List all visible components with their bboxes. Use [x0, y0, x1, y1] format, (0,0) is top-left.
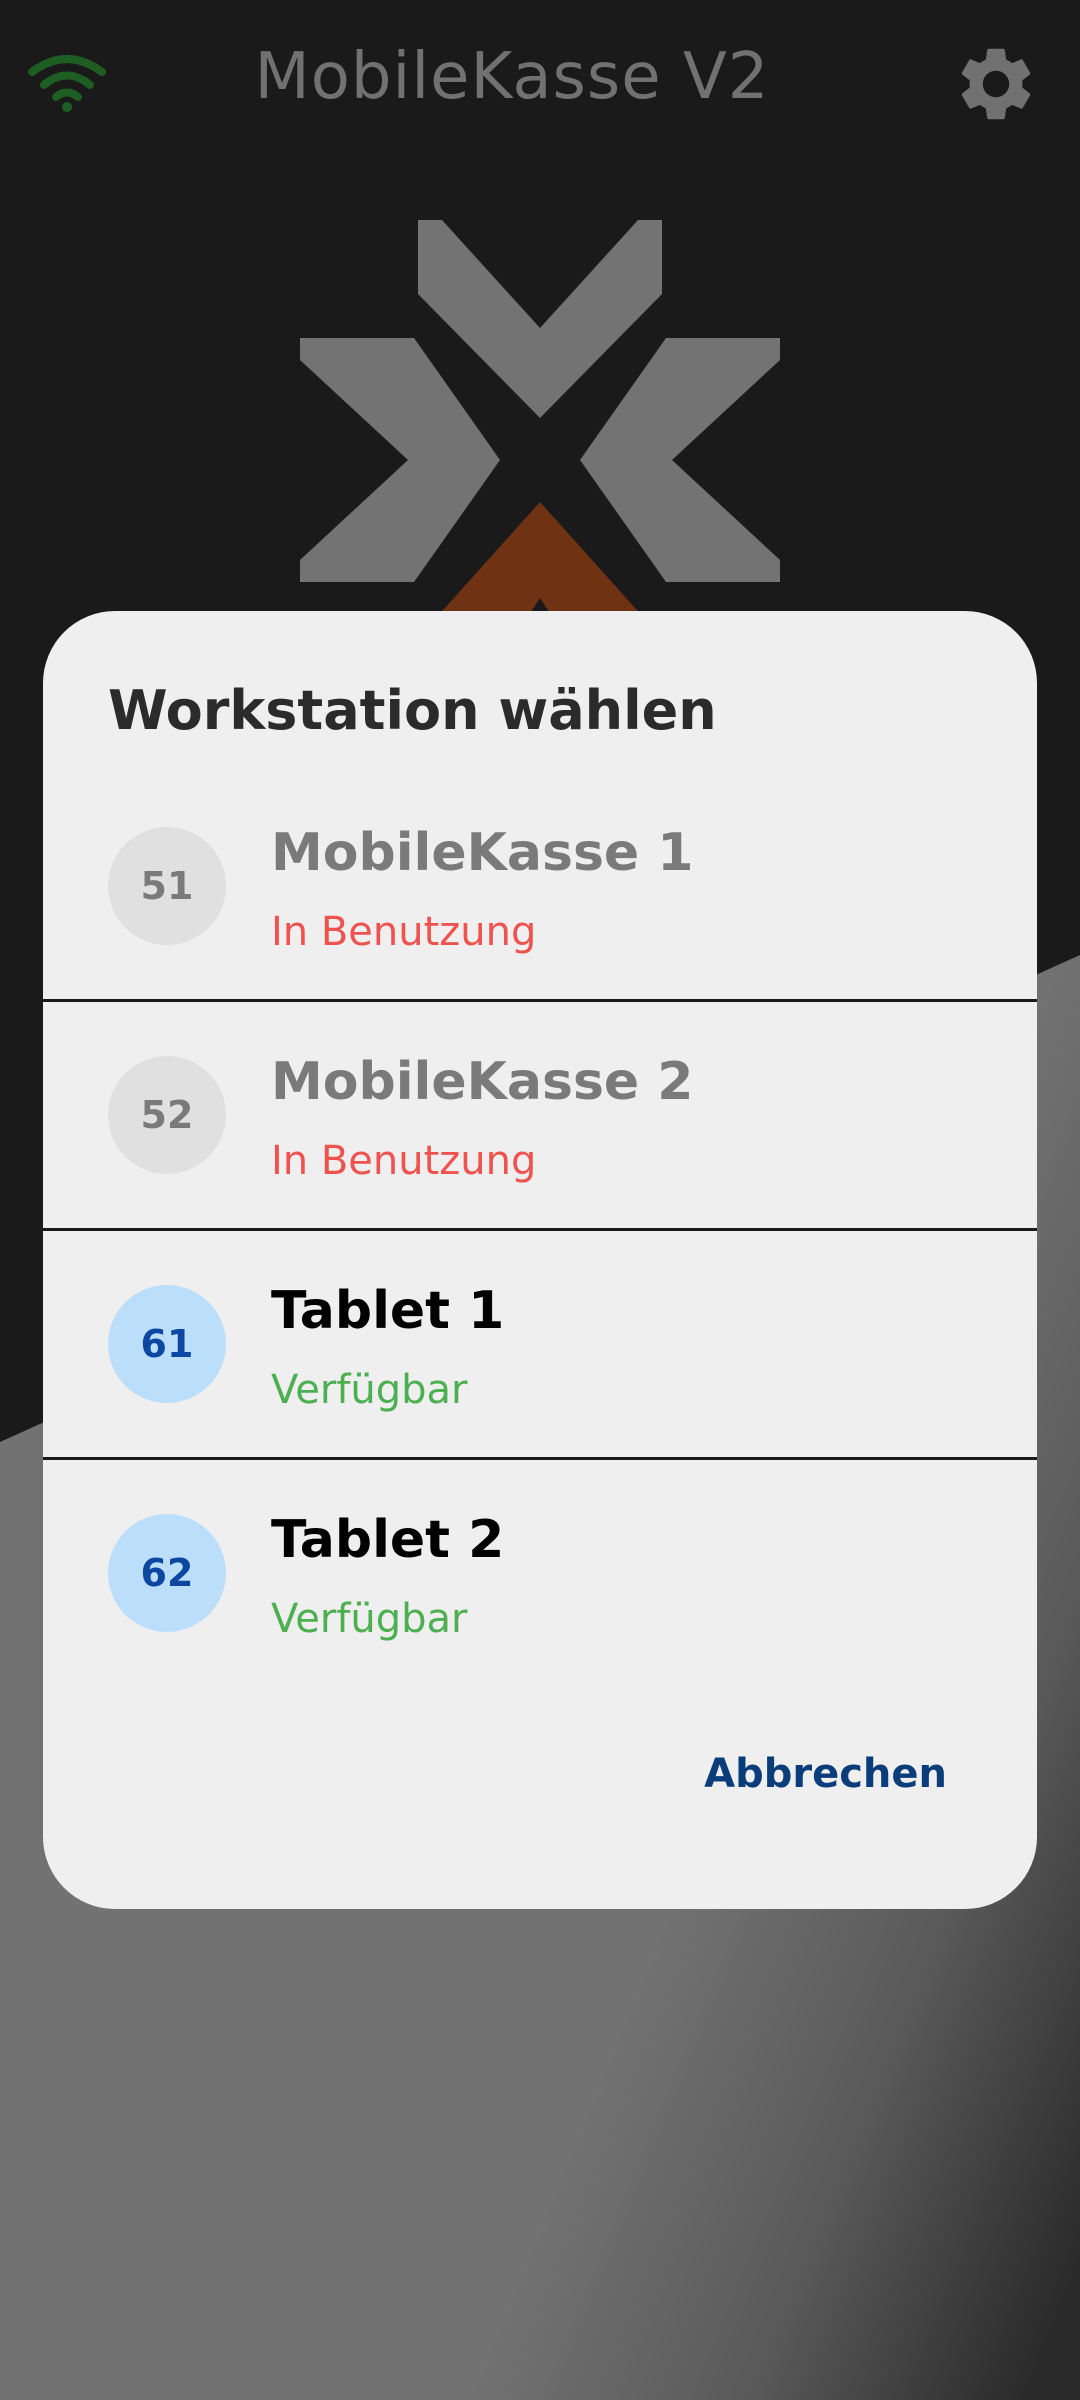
workstation-number-badge: 51: [108, 827, 226, 945]
workstation-number-badge: 61: [108, 1285, 226, 1403]
dialog-title: Workstation wählen: [108, 679, 717, 742]
app-screen: MobileKasse V2 Workstation wählen 51 Mob…: [0, 0, 1080, 2400]
workstation-status: In Benutzung: [271, 1138, 537, 1184]
workstation-name: MobileKasse 1: [271, 823, 694, 883]
workstation-item[interactable]: 62 Tablet 2 Verfügbar: [43, 1458, 1037, 1686]
workstation-name: Tablet 1: [271, 1281, 505, 1341]
workstation-item[interactable]: 52 MobileKasse 2 In Benutzung: [43, 1000, 1037, 1231]
workstation-number-badge: 62: [108, 1514, 226, 1632]
workstation-item[interactable]: 51 MobileKasse 1 In Benutzung: [43, 771, 1037, 1002]
workstation-number-badge: 52: [108, 1056, 226, 1174]
workstation-name: Tablet 2: [271, 1510, 505, 1570]
cancel-button[interactable]: Abbrechen: [704, 1751, 947, 1797]
workstation-status: In Benutzung: [271, 909, 537, 955]
workstation-name: MobileKasse 2: [271, 1052, 694, 1112]
gear-icon[interactable]: [952, 40, 1040, 128]
workstation-item[interactable]: 61 Tablet 1 Verfügbar: [43, 1229, 1037, 1460]
app-title: MobileKasse V2: [254, 40, 770, 114]
top-bar: MobileKasse V2: [0, 0, 1080, 170]
workstation-dialog: Workstation wählen 51 MobileKasse 1 In B…: [43, 611, 1037, 1909]
workstation-status: Verfügbar: [271, 1367, 468, 1413]
app-logo: [300, 220, 780, 638]
workstation-status: Verfügbar: [271, 1596, 468, 1642]
